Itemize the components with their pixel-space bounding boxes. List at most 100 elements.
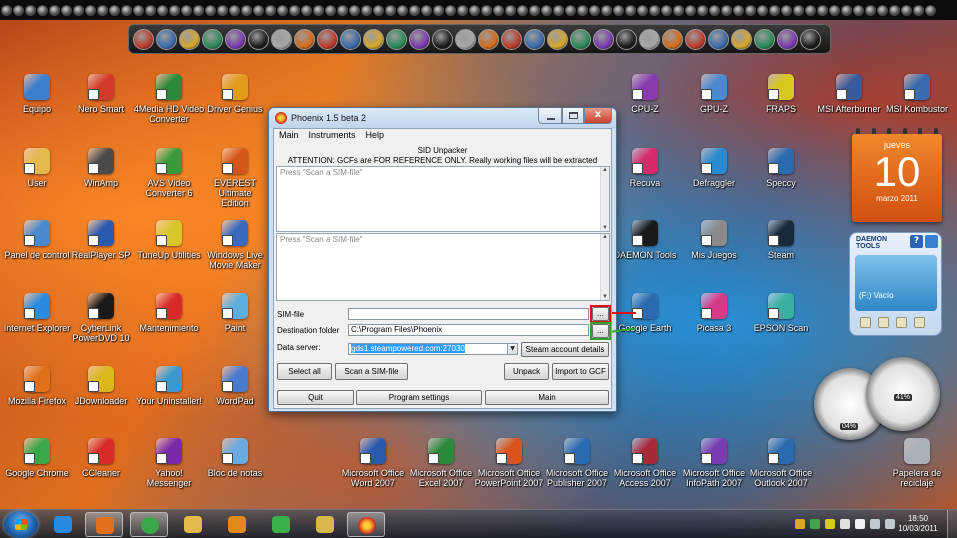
shortcut-icon[interactable]	[697, 4, 708, 16]
shortcut-icon[interactable]	[13, 4, 24, 16]
shortcut-icon[interactable]	[925, 4, 936, 16]
quit-button[interactable]: Quit	[277, 390, 354, 405]
desktop-icon[interactable]: JDownloader	[64, 366, 138, 406]
shortcut-icon[interactable]	[889, 4, 900, 16]
program-settings-button[interactable]: Program settings	[356, 390, 482, 405]
shortcut-icon[interactable]	[589, 4, 600, 16]
shortcut-icon[interactable]	[361, 4, 372, 16]
game-icon[interactable]	[524, 28, 545, 50]
game-icon[interactable]	[317, 28, 338, 50]
shortcut-icon[interactable]	[877, 4, 888, 16]
shortcut-icon[interactable]	[325, 4, 336, 16]
phoenix-window[interactable]: Phoenix 1.5 beta 2 x Main Instruments He…	[268, 107, 617, 412]
scroll-up-icon[interactable]: ▲	[602, 167, 608, 173]
select-all-button[interactable]: Select all	[277, 363, 332, 380]
shortcut-icon[interactable]	[85, 4, 96, 16]
game-icon[interactable]	[179, 28, 200, 50]
shortcut-icon[interactable]	[829, 4, 840, 16]
mount-icon[interactable]	[914, 317, 925, 328]
desktop-icon[interactable]: Steam	[744, 220, 818, 260]
shortcut-icon[interactable]	[673, 4, 684, 16]
desktop-icon[interactable]: Mozilla Firefox	[0, 366, 74, 406]
game-icon[interactable]	[225, 28, 246, 50]
game-icon[interactable]	[202, 28, 223, 50]
rss-icon[interactable]	[925, 235, 938, 248]
desktop-icon[interactable]: FRAPS	[744, 74, 818, 114]
tray-icon-4[interactable]	[840, 519, 850, 529]
tray-icon-1[interactable]	[795, 519, 805, 529]
help-button[interactable]: ?	[910, 235, 923, 248]
desktop-icon[interactable]: MSI Kombustor	[880, 74, 954, 114]
shortcut-icon[interactable]	[517, 4, 528, 16]
shortcut-icon[interactable]	[505, 4, 516, 16]
shortcut-icon[interactable]	[445, 4, 456, 16]
shortcut-icon[interactable]	[181, 4, 192, 16]
desktop-icon[interactable]: Your Uninstaller!	[132, 366, 206, 406]
shortcut-icon[interactable]	[253, 4, 264, 16]
desktop-icon[interactable]: GPU-Z	[677, 74, 751, 114]
game-icon[interactable]	[386, 28, 407, 50]
desktop-icon[interactable]: Panel de control	[0, 220, 74, 260]
shortcut-icon[interactable]	[409, 4, 420, 16]
unpack-button[interactable]: Unpack	[504, 363, 549, 380]
shortcut-icon[interactable]	[397, 4, 408, 16]
taskbar-messenger[interactable]	[262, 512, 300, 537]
desktop-icon[interactable]: Picasa 3	[677, 293, 751, 333]
desktop-icon[interactable]: Mantenimiento	[132, 293, 206, 333]
game-icon[interactable]	[731, 28, 752, 50]
add-icon[interactable]	[896, 317, 907, 328]
shortcut-icon[interactable]	[817, 4, 828, 16]
shortcut-icon[interactable]	[733, 4, 744, 16]
shortcut-icon[interactable]	[745, 4, 756, 16]
shortcut-icon[interactable]	[265, 4, 276, 16]
log-textbox-top[interactable]: Press "Scan a SIM-file" ▲ ▼	[276, 166, 610, 232]
shortcut-icon[interactable]	[277, 4, 288, 16]
game-icon[interactable]	[340, 28, 361, 50]
desktop-icon[interactable]: Yahoo! Messenger	[132, 438, 206, 488]
log-textbox-bottom[interactable]: Press "Scan a SIM-file" ▲ ▼	[276, 233, 610, 301]
flag-icon[interactable]	[855, 519, 865, 529]
data-server-select[interactable]: gds1.steampowered.com:27030	[348, 343, 508, 355]
shortcut-icon[interactable]	[805, 4, 816, 16]
shortcut-icon[interactable]	[577, 4, 588, 16]
desktop-icon[interactable]: Bloc de notas	[198, 438, 272, 478]
desktop-icon[interactable]: 4Media HD Video Converter	[132, 74, 206, 124]
shortcut-icon[interactable]	[913, 4, 924, 16]
desktop-icon[interactable]: Papelera de reciclaje	[880, 438, 954, 488]
desktop-icon[interactable]: Microsoft Office Word 2007	[336, 438, 410, 488]
shortcut-icon[interactable]	[529, 4, 540, 16]
shortcut-icon[interactable]	[553, 4, 564, 16]
import-to-gcf-button[interactable]: Import to GCF	[552, 363, 609, 380]
shortcut-icon[interactable]	[73, 4, 84, 16]
shortcut-icon[interactable]	[313, 4, 324, 16]
taskbar-media-player[interactable]	[218, 512, 256, 537]
shortcut-icon[interactable]	[865, 4, 876, 16]
shortcut-icon[interactable]	[349, 4, 360, 16]
desktop-icon[interactable]: DAEMON Tools	[608, 220, 682, 260]
shortcut-icon[interactable]	[373, 4, 384, 16]
desktop-icon[interactable]: Mis Juegos	[677, 220, 751, 260]
tray-icon-2[interactable]	[810, 519, 820, 529]
minimize-button[interactable]	[538, 108, 562, 124]
shortcut-icon[interactable]	[421, 4, 432, 16]
steam-account-details-button[interactable]: Steam account details	[521, 342, 609, 357]
shortcut-icon[interactable]	[709, 4, 720, 16]
clock[interactable]: 18:50 10/03/2011	[893, 514, 943, 534]
game-icon[interactable]	[800, 28, 821, 50]
shortcut-icon[interactable]	[109, 4, 120, 16]
shortcut-icon[interactable]	[157, 4, 168, 16]
desktop-icon[interactable]: Microsoft Office Outlook 2007	[744, 438, 818, 488]
shortcut-icon[interactable]	[769, 4, 780, 16]
folder-icon[interactable]	[878, 317, 889, 328]
desktop-icon[interactable]: Recuva	[608, 148, 682, 188]
game-launcher-dock[interactable]	[128, 24, 831, 54]
taskbar-firefox[interactable]	[85, 512, 123, 537]
shortcut-icon[interactable]	[37, 4, 48, 16]
game-icon[interactable]	[156, 28, 177, 50]
game-icon[interactable]	[501, 28, 522, 50]
menu-instruments[interactable]: Instruments	[304, 129, 361, 143]
shortcut-icon[interactable]	[649, 4, 660, 16]
shortcut-icon[interactable]	[61, 4, 72, 16]
desktop-icon[interactable]: Microsoft Office Access 2007	[608, 438, 682, 488]
shortcut-icon[interactable]	[637, 4, 648, 16]
